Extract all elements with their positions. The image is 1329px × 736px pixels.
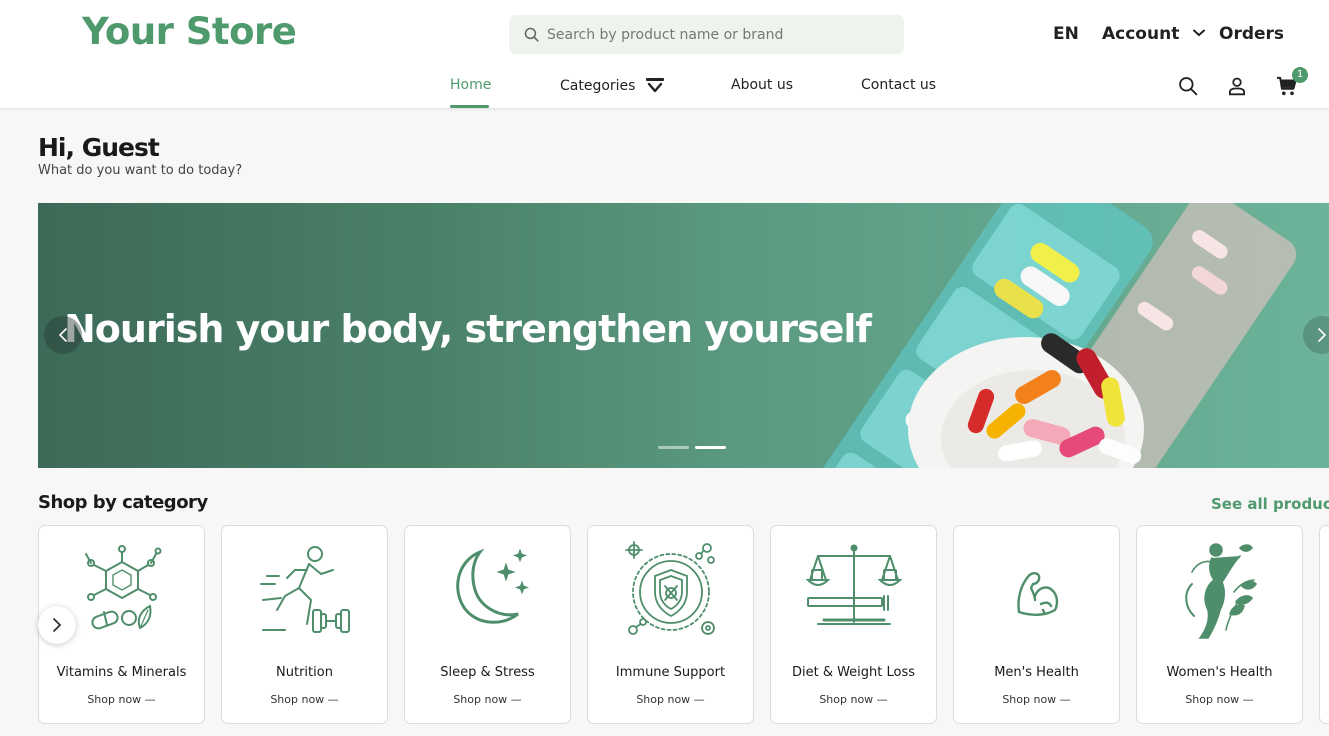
shield-virus-icon — [625, 541, 715, 635]
category-card-mens[interactable]: Men's Health Shop now — — [953, 525, 1120, 724]
account-label: Account — [1102, 24, 1180, 44]
shop-now-link[interactable]: Shop now — — [1137, 693, 1302, 706]
runner-dumbbell-icon — [260, 546, 350, 633]
flexed-arm-icon — [1017, 572, 1059, 616]
banner-prev-button[interactable] — [44, 316, 82, 354]
scale-icon — [805, 544, 903, 625]
carousel-dot-1[interactable] — [658, 446, 689, 449]
molecule-icon — [85, 545, 162, 630]
shop-now-link[interactable]: Shop now — — [954, 693, 1119, 706]
greeting-title: Hi, Guest — [38, 133, 160, 162]
category-card-nutrition[interactable]: Nutrition Shop now — — [221, 525, 388, 724]
category-scroll-next-button[interactable] — [38, 606, 76, 644]
category-card-diet[interactable]: Diet & Weight Loss Shop now — — [770, 525, 937, 724]
nav-categories[interactable]: Categories — [560, 77, 665, 94]
shop-now-link[interactable]: Shop now — — [405, 693, 570, 706]
site-header: Your Store EN Account Orders Home Catego… — [0, 0, 1329, 109]
see-all-products-link[interactable]: See all products — [1211, 495, 1329, 513]
search-icon — [524, 27, 539, 42]
nav-contact[interactable]: Contact us — [861, 77, 936, 93]
category-card-sleep[interactable]: Sleep & Stress Shop now — — [404, 525, 571, 724]
category-name: Immune Support — [615, 665, 726, 680]
language-switch[interactable]: EN — [1053, 24, 1079, 44]
search-icon[interactable] — [1178, 76, 1198, 96]
chevron-left-icon — [58, 328, 67, 342]
category-card-partial[interactable] — [1319, 525, 1329, 724]
category-name: Women's Health — [1166, 665, 1273, 680]
hero-banner[interactable]: Nourish your body, strengthen yourself — [38, 203, 1329, 468]
woman-leaf-icon — [1185, 543, 1258, 639]
category-name: Nutrition — [276, 665, 333, 680]
banner-headline: Nourish your body, strengthen yourself — [64, 307, 872, 351]
category-name: Men's Health — [994, 665, 1079, 680]
category-name: Diet & Weight Loss — [791, 665, 916, 680]
section-title: Shop by category — [38, 492, 208, 513]
chevron-down-icon — [645, 78, 664, 93]
category-card-immune[interactable]: Immune Support Shop now — — [587, 525, 754, 724]
greeting-subtitle: What do you want to do today? — [38, 163, 243, 178]
shop-now-link[interactable]: Shop now — — [771, 693, 936, 706]
search-input[interactable] — [547, 15, 892, 54]
nav-categories-label: Categories — [560, 78, 636, 94]
nav-about[interactable]: About us — [731, 77, 793, 93]
account-menu[interactable]: Account — [1102, 24, 1206, 44]
category-name: Sleep & Stress — [440, 665, 535, 680]
moon-stars-icon — [456, 548, 529, 624]
category-card-womens[interactable]: Women's Health Shop now — — [1136, 525, 1303, 724]
nav-home[interactable]: Home — [450, 77, 491, 93]
store-logo[interactable]: Your Store — [82, 10, 297, 53]
cart-count-badge: 1 — [1292, 67, 1308, 83]
shop-now-link[interactable]: Shop now — — [39, 693, 204, 706]
shop-now-link[interactable]: Shop now — — [588, 693, 753, 706]
user-icon[interactable] — [1227, 76, 1247, 96]
nav-active-indicator — [450, 105, 489, 108]
search-bar[interactable] — [509, 15, 904, 54]
carousel-dot-2-active[interactable] — [695, 446, 726, 449]
category-name: Vitamins & Minerals — [56, 665, 187, 680]
chevron-right-icon — [1318, 328, 1327, 342]
orders-link[interactable]: Orders — [1219, 24, 1284, 44]
chevron-down-icon — [1193, 29, 1206, 37]
chevron-right-icon — [53, 618, 62, 632]
shop-now-link[interactable]: Shop now — — [222, 693, 387, 706]
